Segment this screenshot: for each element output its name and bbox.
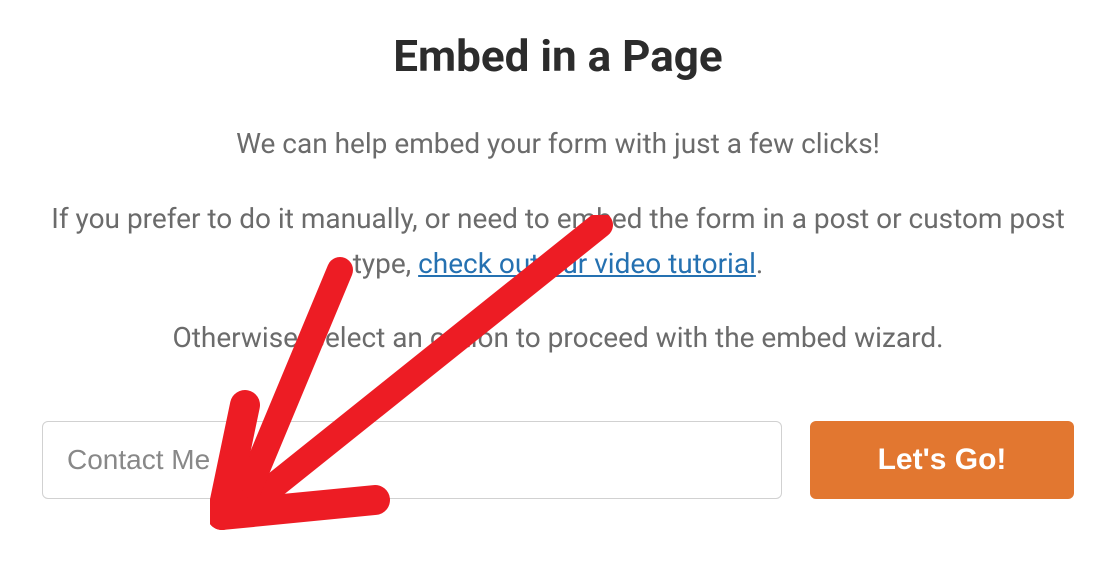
modal-title: Embed in a Page (20, 30, 1096, 82)
modal-description-3: Otherwise, select an option to proceed w… (20, 316, 1096, 361)
modal-description-2: If you prefer to do it manually, or need… (20, 197, 1096, 287)
lets-go-button[interactable]: Let's Go! (810, 421, 1074, 499)
embed-modal: Embed in a Page We can help embed your f… (0, 0, 1116, 499)
description-text-post: . (756, 247, 763, 280)
modal-description-1: We can help embed your form with just a … (20, 122, 1096, 167)
page-name-input[interactable] (42, 421, 782, 499)
video-tutorial-link[interactable]: check out our video tutorial (418, 247, 756, 280)
embed-form-row: Let's Go! (20, 421, 1096, 499)
